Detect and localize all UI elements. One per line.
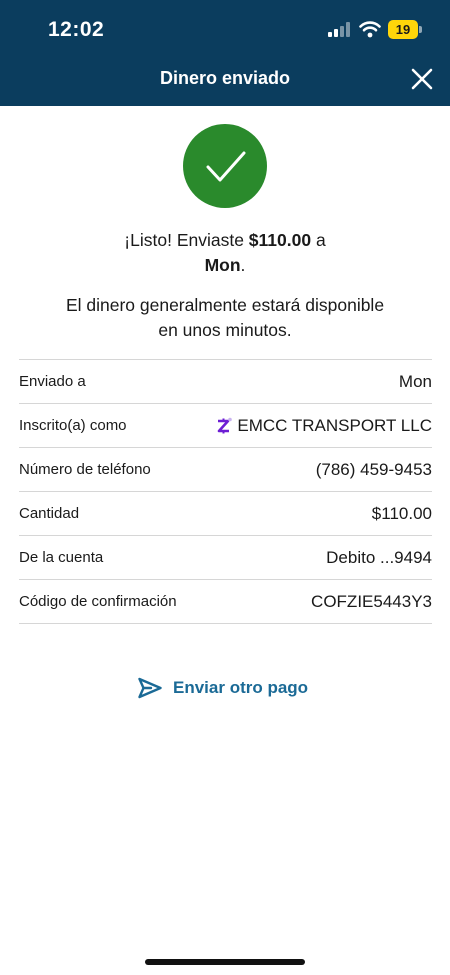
detail-row-phone: Número de teléfono (786) 459-9453 bbox=[19, 448, 432, 492]
detail-row-recipient: Enviado a Mon bbox=[19, 360, 432, 404]
confirmation-middle: a bbox=[311, 230, 326, 250]
battery-tip bbox=[419, 26, 422, 33]
confirmation-prefix: ¡Listo! Enviaste bbox=[124, 230, 249, 250]
detail-value: COFZIE5443Y3 bbox=[311, 591, 432, 611]
cellular-signal-icon bbox=[328, 22, 352, 37]
detail-value: Mon bbox=[398, 371, 432, 391]
detail-label: Código de confirmación bbox=[19, 593, 177, 610]
detail-value: EMCC TRANSPORT LLC bbox=[237, 415, 432, 435]
confirmation-recipient: Mon bbox=[204, 255, 241, 275]
battery-icon: 19 bbox=[388, 20, 418, 39]
detail-label: Cantidad bbox=[19, 505, 80, 522]
detail-value: $110.00 bbox=[371, 503, 432, 523]
transfer-details: Enviado a Mon Inscrito(a) como EMCC TRAN… bbox=[19, 359, 432, 624]
detail-row-amount: Cantidad $110.00 bbox=[19, 492, 432, 536]
detail-row-confirmation-code: Código de confirmación COFZIE5443Y3 bbox=[19, 580, 432, 624]
availability-message: El dinero generalmente estará disponible… bbox=[40, 293, 410, 343]
confirmation-message: ¡Listo! Enviaste $110.00 a Mon. bbox=[60, 228, 390, 278]
confirmation-suffix: . bbox=[240, 255, 246, 275]
availability-line-2: en unos minutos. bbox=[158, 320, 292, 340]
status-time: 12:02 bbox=[48, 18, 105, 41]
confirmation-amount: $110.00 bbox=[248, 230, 312, 250]
detail-value-wrapper: EMCC TRANSPORT LLC bbox=[216, 416, 432, 436]
availability-line-1: El dinero generalmente estará disponible bbox=[65, 295, 385, 315]
detail-label: De la cuenta bbox=[19, 549, 104, 566]
detail-label: Inscrito(a) como bbox=[19, 417, 127, 434]
page-title: Dinero enviado bbox=[159, 68, 291, 88]
send-icon[interactable] bbox=[137, 676, 163, 700]
detail-row-enrolled-as: Inscrito(a) como EMCC TRANSPORT LLC bbox=[19, 404, 432, 448]
detail-row-account: De la cuenta Debito ...9494 bbox=[19, 536, 432, 580]
checkmark-icon bbox=[206, 151, 246, 182]
detail-value: (786) 459-9453 bbox=[315, 459, 432, 479]
battery-level: 19 bbox=[395, 22, 411, 37]
send-another-payment-button[interactable]: Enviar otro pago bbox=[137, 674, 308, 702]
app-header: 12:02 19 Dinero enviado bbox=[0, 0, 450, 106]
close-icon[interactable] bbox=[406, 63, 438, 95]
status-bar: 12:02 19 bbox=[0, 0, 450, 58]
send-another-payment-label[interactable]: Enviar otro pago bbox=[173, 678, 308, 698]
detail-label: Número de teléfono bbox=[19, 461, 151, 478]
wifi-icon bbox=[359, 21, 381, 38]
close-button[interactable] bbox=[406, 63, 438, 95]
success-badge bbox=[183, 124, 267, 208]
zelle-icon bbox=[218, 417, 233, 433]
detail-label: Enviado a bbox=[19, 373, 86, 390]
detail-value: Debito ...9494 bbox=[326, 547, 432, 567]
home-indicator[interactable] bbox=[145, 959, 305, 965]
